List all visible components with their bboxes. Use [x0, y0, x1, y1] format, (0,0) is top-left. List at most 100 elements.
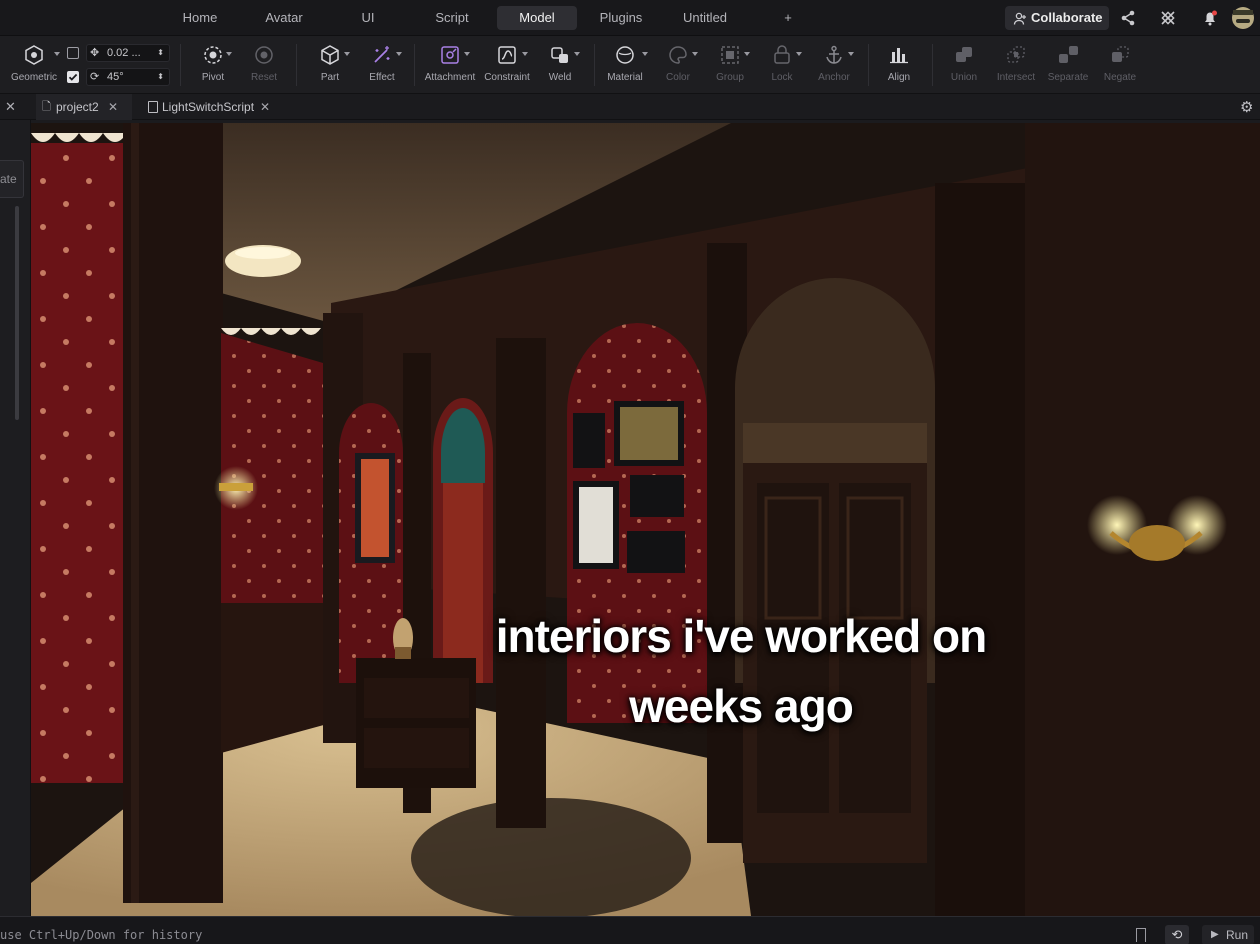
- command-input-hint[interactable]: use Ctrl+Up/Down for history: [0, 928, 202, 942]
- pivot-icon: [204, 46, 222, 64]
- notifications-bell-icon[interactable]: [1200, 8, 1220, 28]
- tab-model[interactable]: Model: [497, 6, 577, 30]
- constraint-label: Constraint: [484, 72, 530, 83]
- chevron-down-icon: [522, 52, 528, 56]
- color-palette-icon: [669, 46, 687, 64]
- align-button[interactable]: Align: [880, 42, 918, 92]
- tab-home[interactable]: Home: [170, 6, 230, 30]
- chevron-down-icon: [574, 52, 580, 56]
- negate-button[interactable]: Negate: [1100, 42, 1140, 92]
- constraint-button[interactable]: Constraint: [482, 42, 532, 92]
- chevron-down-icon: [54, 52, 60, 56]
- anchor-button[interactable]: Anchor: [814, 42, 854, 92]
- attachment-button[interactable]: Attachment: [422, 42, 478, 92]
- anchor-label: Anchor: [818, 72, 850, 83]
- panel-tab-label: ate: [0, 172, 17, 186]
- run-label: Run: [1226, 928, 1249, 942]
- 3d-viewport[interactable]: interiors i've worked on weeks ago: [31, 123, 1260, 916]
- settings-gear-icon[interactable]: ⚙: [1240, 98, 1253, 116]
- scrollbar[interactable]: [15, 206, 19, 420]
- union-button[interactable]: Union: [944, 42, 984, 92]
- separate-button[interactable]: Separate: [1046, 42, 1090, 92]
- chevron-down-icon: [642, 52, 648, 56]
- chevron-down-icon: [796, 52, 802, 56]
- constraint-icon: [498, 46, 516, 64]
- studio-window: Home Avatar UI Script Model Plugins Unti…: [0, 0, 1260, 944]
- weld-icon: [551, 47, 568, 63]
- pivot-label: Pivot: [201, 72, 225, 83]
- material-button[interactable]: Material: [602, 42, 648, 92]
- tab-untitled[interactable]: Untitled: [674, 6, 736, 30]
- collapsed-panel-tab[interactable]: ate: [0, 160, 24, 198]
- align-icon: [890, 48, 908, 64]
- anchor-icon: [826, 45, 842, 64]
- negate-label: Negate: [1103, 72, 1137, 83]
- attachment-icon: [441, 46, 459, 64]
- chevron-down-icon: [692, 52, 698, 56]
- union-label: Union: [950, 72, 978, 83]
- part-cube-icon: [321, 45, 339, 65]
- stepper-icon[interactable]: ⬍: [157, 45, 164, 61]
- effect-button[interactable]: Effect: [362, 42, 402, 92]
- intersect-icon: [1007, 46, 1025, 63]
- reset-icon: [255, 46, 273, 64]
- part-button[interactable]: Part: [310, 42, 350, 92]
- material-label: Material: [607, 72, 643, 83]
- transform-mode-dropdown[interactable]: Geometric: [6, 42, 62, 92]
- new-tab-button[interactable]: +: [778, 6, 798, 30]
- intersect-button[interactable]: Intersect: [994, 42, 1038, 92]
- union-icon: [956, 47, 972, 62]
- person-add-icon: [1013, 10, 1027, 34]
- move-snap-field[interactable]: ✥ 0.02 ... ⬍: [86, 44, 170, 62]
- reset-button[interactable]: Reset: [246, 42, 282, 92]
- document-tab-bar: ✕ 🗋 project2 ✕ LightSwitchScript ✕ ⚙: [0, 94, 1260, 120]
- chevron-down-icon: [848, 52, 854, 56]
- chevron-down-icon: [744, 52, 750, 56]
- move-snap-checkbox[interactable]: [67, 47, 79, 59]
- close-panel-icon[interactable]: ✕: [5, 99, 16, 115]
- place-file-icon: 🗋: [42, 101, 51, 113]
- geometric-mode-icon: [25, 45, 43, 65]
- pivot-button[interactable]: Pivot: [192, 42, 234, 92]
- ribbon-divider: [180, 44, 181, 86]
- bookmark-icon[interactable]: [1136, 928, 1146, 942]
- separate-label: Separate: [1047, 72, 1089, 83]
- lock-label: Lock: [771, 72, 793, 83]
- doc-tab-label: LightSwitchScript: [162, 100, 255, 114]
- doc-tab-label: project2: [56, 100, 99, 114]
- close-tab-icon[interactable]: ✕: [108, 94, 118, 120]
- collaborate-button[interactable]: Collaborate: [1005, 6, 1109, 30]
- weld-button[interactable]: Weld: [540, 42, 580, 92]
- run-button[interactable]: ▶ Run: [1202, 925, 1254, 944]
- share-icon[interactable]: [1118, 8, 1138, 28]
- intersect-label: Intersect: [996, 72, 1036, 83]
- doc-tab-lightswitchscript[interactable]: LightSwitchScript ✕: [142, 94, 280, 120]
- attachment-label: Attachment: [424, 72, 476, 83]
- tab-plugins[interactable]: Plugins: [592, 6, 650, 30]
- close-tab-icon[interactable]: ✕: [260, 94, 270, 120]
- user-avatar[interactable]: [1230, 4, 1256, 32]
- color-button[interactable]: Color: [658, 42, 698, 92]
- ribbon-divider: [296, 44, 297, 86]
- video-caption-line-2: weeks ago: [629, 680, 854, 732]
- stepper-icon[interactable]: ⬍: [157, 69, 164, 85]
- effect-sparkle-icon: [374, 46, 390, 63]
- lock-button[interactable]: Lock: [762, 42, 802, 92]
- history-icon[interactable]: ⟲: [1165, 925, 1189, 944]
- ribbon-divider: [868, 44, 869, 86]
- group-button[interactable]: Group: [710, 42, 750, 92]
- group-label: Group: [716, 72, 744, 83]
- play-icon: ▶: [1211, 929, 1219, 940]
- tab-ui[interactable]: UI: [350, 6, 386, 30]
- weld-label: Weld: [548, 72, 572, 83]
- tab-script[interactable]: Script: [424, 6, 480, 30]
- rotate-snap-field[interactable]: ⟳ 45° ⬍: [86, 68, 170, 86]
- move-snap-value: 0.02 ...: [107, 47, 141, 59]
- command-bar: use Ctrl+Up/Down for history ⟲ ▶ Run: [0, 916, 1260, 944]
- room-scene: [31, 123, 1260, 916]
- material-sphere-icon: [616, 46, 634, 64]
- team-create-icon[interactable]: [1158, 8, 1178, 28]
- tab-avatar[interactable]: Avatar: [253, 6, 315, 30]
- doc-tab-project2[interactable]: 🗋 project2 ✕: [36, 94, 132, 120]
- rotate-snap-checkbox[interactable]: [67, 71, 79, 83]
